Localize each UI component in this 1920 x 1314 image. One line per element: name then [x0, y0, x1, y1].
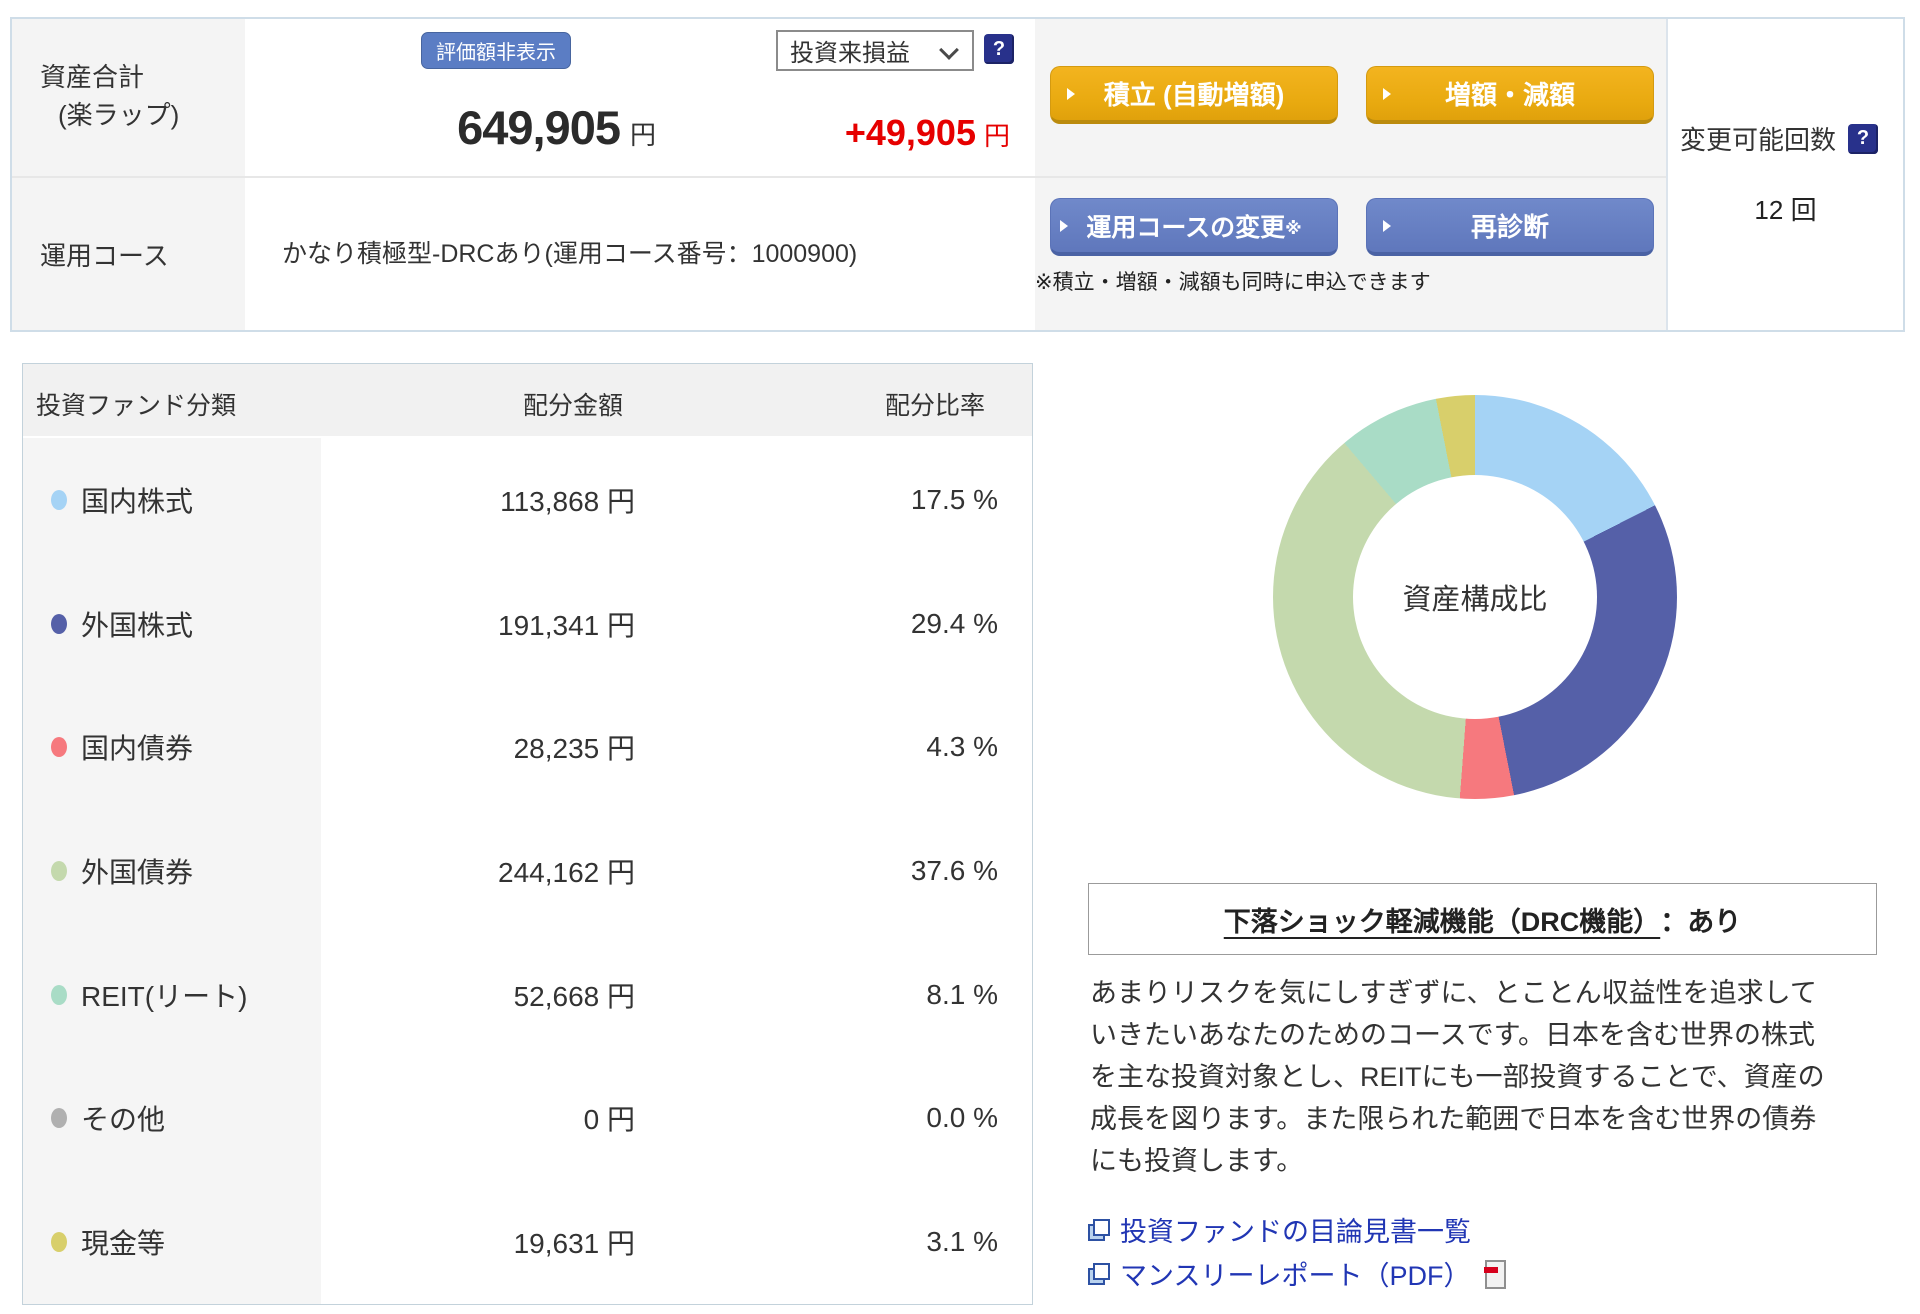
- category-label: 現金等: [81, 1228, 166, 1260]
- category-color-dot: [51, 1108, 67, 1129]
- new-window-icon: [1088, 1262, 1110, 1285]
- course-change-note-mark: ※: [1285, 219, 1302, 238]
- drc-feature-box: 下落ショック軽減機能（DRC機能） ：あり: [1088, 883, 1877, 955]
- tsumitate-button-label: 積立 (自動増額): [1103, 80, 1285, 110]
- arrow-icon: [1383, 87, 1391, 100]
- donut-center-label: 資産構成比: [1353, 475, 1597, 719]
- asset-total-unit: 円: [629, 120, 656, 150]
- pl-amount: +49,905: [844, 112, 976, 153]
- table-row: 現金等 19,631 円 3.1 %: [23, 1180, 1032, 1304]
- asset-total-sublabel: (楽ラップ): [58, 100, 180, 130]
- drc-feature-status: ：あり: [1660, 906, 1742, 937]
- rediagnose-button-label: 再診断: [1470, 212, 1549, 242]
- hide-valuation-button[interactable]: 評価額非表示: [421, 32, 571, 69]
- course-value: かなり積極型-DRCあり(運用コース番号：1000900): [282, 240, 858, 268]
- table-row: 国内株式 113,868 円 17.5 %: [23, 438, 1032, 562]
- category-label: その他: [81, 1104, 166, 1136]
- allocation-amount: 52,668 円: [513, 980, 635, 1012]
- table-row: その他 0 円 0.0 %: [23, 1057, 1032, 1181]
- monthly-report-link-text: マンスリーレポート（PDF）: [1120, 1261, 1471, 1291]
- course-change-button-label: 運用コースの変更: [1086, 213, 1286, 242]
- category-label: 国内株式: [81, 485, 194, 517]
- category-color-dot: [51, 861, 67, 882]
- allocation-ratio: 17.5 %: [910, 483, 998, 515]
- header-allocation-amount: 配分金額: [522, 392, 623, 420]
- drc-feature-link[interactable]: 下落ショック軽減機能（DRC機能）: [1224, 900, 1661, 939]
- category-color-dot: [51, 737, 67, 758]
- category-label: REIT(リート): [81, 980, 248, 1012]
- right-column-divider: [1666, 19, 1668, 330]
- allocation-amount: 113,868 円: [500, 485, 635, 517]
- allocation-amount: 244,162 円: [498, 857, 635, 889]
- rediagnose-button[interactable]: 再診断: [1366, 198, 1654, 256]
- change-count-label: 変更可能回数: [1680, 125, 1837, 155]
- category-color-dot: [51, 1232, 67, 1253]
- monthly-report-link[interactable]: マンスリーレポート（PDF）: [1088, 1254, 1507, 1293]
- pl-help-icon[interactable]: ?: [984, 34, 1014, 64]
- course-description: あまりリスクを気にしすぎずに、とことん収益性を追求して いきたいあなたのためのコ…: [1090, 978, 1825, 1176]
- table-row: REIT(リート) 52,668 円 8.1 %: [23, 933, 1032, 1057]
- table-row: 国内債券 28,235 円 4.3 %: [23, 685, 1032, 809]
- allocation-ratio: 4.3 %: [926, 731, 998, 763]
- category-label: 外国株式: [81, 609, 194, 641]
- allocation-ratio: 0.0 %: [926, 1102, 998, 1134]
- allocation-ratio: 8.1 %: [926, 978, 998, 1010]
- pl-period-selected-value: 投資来損益: [790, 40, 910, 67]
- change-count-value: 12 回: [1754, 195, 1817, 225]
- zougaku-gengaku-button-label: 増額・減額: [1444, 80, 1575, 110]
- allocation-ratio: 3.1 %: [926, 1226, 998, 1258]
- prospectus-link-text: 投資ファンドの目論見書一覧: [1120, 1217, 1471, 1247]
- pl-unit: 円: [983, 121, 1010, 151]
- table-row: 外国債券 244,162 円 37.6 %: [23, 809, 1032, 933]
- header-fund-category: 投資ファンド分類: [36, 392, 237, 420]
- arrow-icon: [1067, 87, 1075, 100]
- course-label: 運用コース: [40, 241, 169, 271]
- arrow-icon: [1383, 219, 1391, 232]
- tsumitate-button[interactable]: 積立 (自動増額): [1050, 66, 1338, 124]
- simultaneous-apply-note: ※積立・増額・減額も同時に申込できます: [1035, 271, 1431, 294]
- asset-total-value: 649,905 円: [300, 100, 656, 155]
- allocation-amount: 0 円: [583, 1104, 635, 1136]
- change-count-help-icon[interactable]: ?: [1848, 123, 1879, 154]
- pl-value: +49,905 円: [700, 112, 1010, 154]
- category-color-dot: [51, 613, 67, 634]
- pl-period-select[interactable]: 投資来損益: [776, 30, 974, 71]
- allocation-ratio: 29.4 %: [910, 607, 998, 639]
- category-color-dot: [51, 984, 67, 1005]
- pdf-file-icon[interactable]: [1484, 1260, 1507, 1289]
- prospectus-link[interactable]: 投資ファンドの目論見書一覧: [1088, 1210, 1471, 1249]
- header-allocation-ratio: 配分比率: [884, 392, 985, 420]
- course-change-button[interactable]: 運用コースの変更 ※: [1050, 198, 1338, 256]
- allocation-amount: 28,235 円: [513, 733, 635, 765]
- category-label: 外国債券: [81, 857, 194, 889]
- asset-total-amount: 649,905: [457, 101, 621, 154]
- chevron-down-icon: [939, 40, 959, 60]
- category-label: 国内債券: [81, 733, 194, 765]
- category-color-dot: [51, 489, 67, 510]
- arrow-icon: [1060, 219, 1068, 232]
- allocation-amount: 191,341 円: [498, 609, 635, 641]
- table-row: 外国株式 191,341 円 29.4 %: [23, 562, 1032, 686]
- allocation-table-body: 国内株式 113,868 円 17.5 % 外国株式 191,341 円 29.4 % 国内…: [23, 438, 1032, 1304]
- summary-row-divider: [12, 176, 1666, 178]
- allocation-ratio: 37.6 %: [910, 855, 998, 887]
- zougaku-gengaku-button[interactable]: 増額・減額: [1366, 66, 1654, 124]
- asset-total-label: 資産合計: [40, 62, 145, 92]
- change-count-row: 変更可能回数 ?: [1680, 120, 1879, 157]
- allocation-amount: 19,631 円: [513, 1228, 635, 1260]
- new-window-icon: [1088, 1218, 1110, 1241]
